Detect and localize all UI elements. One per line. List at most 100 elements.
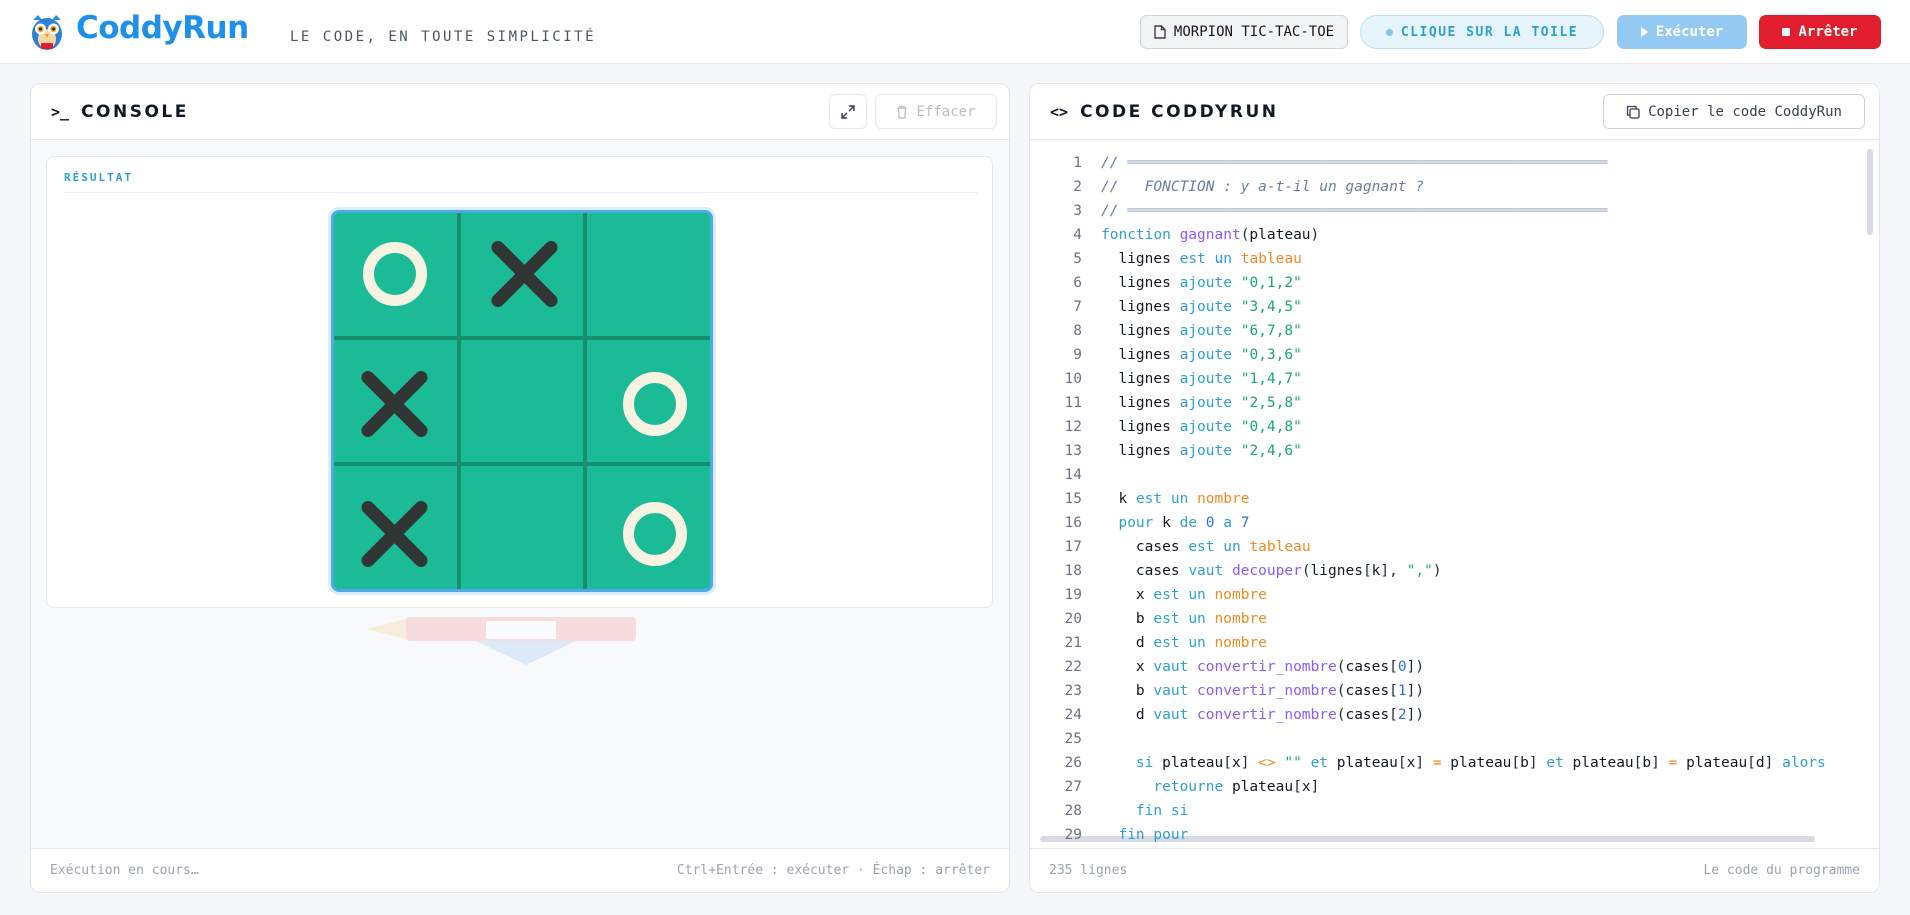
console-title: >_ CONSOLE bbox=[51, 102, 189, 122]
board-cell[interactable] bbox=[462, 471, 588, 589]
code-line[interactable]: 9 lignes ajoute "0,3,6" bbox=[1030, 343, 1879, 367]
run-button[interactable]: Exécuter bbox=[1617, 15, 1747, 49]
execution-status: Exécution en cours… bbox=[50, 863, 199, 878]
stop-button[interactable]: Arrêter bbox=[1759, 15, 1881, 49]
terminal-icon: >_ bbox=[51, 103, 70, 121]
code-line[interactable]: 13 lignes ajoute "2,4,6" bbox=[1030, 439, 1879, 463]
code-line[interactable]: 14 bbox=[1030, 463, 1879, 487]
code-text: si plateau[x] <> "" et plateau[x] = plat… bbox=[1135, 755, 1826, 771]
clear-console-button[interactable]: Effacer bbox=[875, 94, 997, 129]
keyboard-shortcuts-hint: Ctrl+Entrée : exécuter · Échap : arrêter bbox=[676, 863, 990, 878]
code-line[interactable]: 18 cases vaut decouper(lignes[k], ",") bbox=[1030, 559, 1879, 583]
code-text: lignes ajoute "2,5,8" bbox=[1118, 395, 1302, 411]
line-number: 7 bbox=[1073, 299, 1082, 315]
code-line[interactable]: 4 fonction gagnant(plateau) bbox=[1030, 223, 1879, 247]
code-text: retourne plateau[x] bbox=[1153, 779, 1320, 795]
o-mark-icon bbox=[623, 372, 687, 436]
x-mark-icon bbox=[485, 234, 565, 314]
code-text: pour k de 0 a 7 bbox=[1118, 515, 1250, 531]
code-line[interactable]: 20 b est un nombre bbox=[1030, 607, 1879, 631]
canvas-hint-text: CLIQUE SUR LA TOILE bbox=[1400, 24, 1579, 40]
code-line[interactable]: 28 fin si bbox=[1030, 799, 1879, 823]
line-number: 22 bbox=[1064, 659, 1082, 675]
line-number: 18 bbox=[1064, 563, 1082, 579]
status-dot-icon bbox=[1385, 28, 1393, 36]
code-line[interactable]: 12 lignes ajoute "0,4,8" bbox=[1030, 415, 1879, 439]
code-text: cases vaut decouper(lignes[k], ",") bbox=[1135, 563, 1442, 579]
line-number: 2 bbox=[1073, 179, 1082, 195]
board-cell[interactable] bbox=[592, 213, 710, 337]
code-text: lignes ajoute "2,4,6" bbox=[1118, 443, 1302, 459]
line-number: 19 bbox=[1064, 587, 1082, 603]
code-line[interactable]: 27 retourne plateau[x] bbox=[1030, 775, 1879, 799]
code-line[interactable]: 6 lignes ajoute "0,1,2" bbox=[1030, 271, 1879, 295]
code-text: fin pour bbox=[1118, 827, 1189, 843]
line-number: 28 bbox=[1064, 803, 1082, 819]
o-mark-icon bbox=[363, 242, 427, 306]
board-cell[interactable] bbox=[592, 341, 710, 467]
tic-tac-toe-canvas[interactable] bbox=[331, 210, 713, 592]
board-cell[interactable] bbox=[334, 213, 458, 337]
pencil-owl-watermark-icon bbox=[366, 617, 636, 665]
code-line[interactable]: 10 lignes ajoute "1,4,7" bbox=[1030, 367, 1879, 391]
board-cell[interactable] bbox=[462, 213, 588, 337]
stop-button-label: Arrêter bbox=[1798, 24, 1858, 40]
code-line[interactable]: 2 // FONCTION : y a-t-il un gagnant ? bbox=[1030, 175, 1879, 199]
code-text: lignes est un tableau bbox=[1118, 251, 1302, 267]
code-line[interactable]: 24 d vaut convertir_nombre(cases[2]) bbox=[1030, 703, 1879, 727]
code-line[interactable]: 3 // ════════════════════════════════════… bbox=[1030, 199, 1879, 223]
board-cell[interactable] bbox=[334, 471, 458, 589]
code-header: <> CODE CODDYRUN Copier le code CoddyRun bbox=[1030, 84, 1879, 140]
board-cell[interactable] bbox=[462, 341, 588, 467]
brand-name: CoddyRun bbox=[76, 10, 249, 46]
code-line[interactable]: 21 d est un nombre bbox=[1030, 631, 1879, 655]
code-text: lignes ajoute "6,7,8" bbox=[1118, 323, 1302, 339]
code-text: lignes ajoute "0,3,6" bbox=[1118, 347, 1302, 363]
code-line[interactable]: 7 lignes ajoute "3,4,5" bbox=[1030, 295, 1879, 319]
line-number: 17 bbox=[1064, 539, 1082, 555]
result-card: RÉSULTAT bbox=[46, 156, 993, 608]
canvas-hint-badge: CLIQUE SUR LA TOILE bbox=[1360, 15, 1604, 49]
code-line[interactable]: 22 x vaut convertir_nombre(cases[0]) bbox=[1030, 655, 1879, 679]
code-text: lignes ajoute "0,1,2" bbox=[1118, 275, 1302, 291]
code-editor[interactable]: 1 // ════════════════════════════════════… bbox=[1030, 141, 1879, 848]
line-number: 14 bbox=[1064, 467, 1082, 483]
code-line[interactable]: 1 // ════════════════════════════════════… bbox=[1030, 151, 1879, 175]
code-text: lignes ajoute "0,4,8" bbox=[1118, 419, 1302, 435]
project-name: MORPION TIC-TAC-TOE bbox=[1173, 24, 1335, 40]
stop-icon bbox=[1782, 28, 1791, 36]
copy-button-label: Copier le code CoddyRun bbox=[1648, 103, 1842, 120]
code-footer-label: Le code du programme bbox=[1703, 863, 1860, 878]
code-line[interactable]: 5 lignes est un tableau bbox=[1030, 247, 1879, 271]
code-text: b vaut convertir_nombre(cases[1]) bbox=[1135, 683, 1425, 699]
console-panel: >_ CONSOLE Effacer RÉSULTAT Exécution en… bbox=[30, 83, 1010, 893]
copy-code-button[interactable]: Copier le code CoddyRun bbox=[1603, 94, 1865, 129]
code-text: fin si bbox=[1135, 803, 1189, 819]
code-line[interactable]: 29 fin pour bbox=[1030, 823, 1879, 847]
code-text: d est un nombre bbox=[1135, 635, 1267, 651]
console-header: >_ CONSOLE Effacer bbox=[31, 84, 1009, 140]
expand-console-button[interactable] bbox=[829, 94, 867, 129]
code-footer: 235 lignes Le code du programme bbox=[1030, 848, 1879, 892]
trash-icon bbox=[897, 105, 908, 119]
code-line[interactable]: 25 bbox=[1030, 727, 1879, 751]
board-cell[interactable] bbox=[592, 471, 710, 589]
code-line[interactable]: 8 lignes ajoute "6,7,8" bbox=[1030, 319, 1879, 343]
code-line[interactable]: 26 si plateau[x] <> "" et plateau[x] = p… bbox=[1030, 751, 1879, 775]
board-cell[interactable] bbox=[334, 341, 458, 467]
code-line[interactable]: 23 b vaut convertir_nombre(cases[1]) bbox=[1030, 679, 1879, 703]
code-text: b est un nombre bbox=[1135, 611, 1267, 627]
line-number: 21 bbox=[1064, 635, 1082, 651]
code-text: x est un nombre bbox=[1135, 587, 1267, 603]
line-number: 9 bbox=[1073, 347, 1082, 363]
o-mark-icon bbox=[623, 502, 687, 566]
project-selector[interactable]: MORPION TIC-TAC-TOE bbox=[1140, 15, 1348, 49]
code-line[interactable]: 11 lignes ajoute "2,5,8" bbox=[1030, 391, 1879, 415]
code-line[interactable]: 19 x est un nombre bbox=[1030, 583, 1879, 607]
code-line[interactable]: 16 pour k de 0 a 7 bbox=[1030, 511, 1879, 535]
code-line[interactable]: 15 k est un nombre bbox=[1030, 487, 1879, 511]
code-line[interactable]: 17 cases est un tableau bbox=[1030, 535, 1879, 559]
line-number: 15 bbox=[1064, 491, 1082, 507]
brand-tagline: LE CODE, EN TOUTE SIMPLICITÉ bbox=[290, 29, 597, 45]
result-divider bbox=[64, 192, 978, 193]
